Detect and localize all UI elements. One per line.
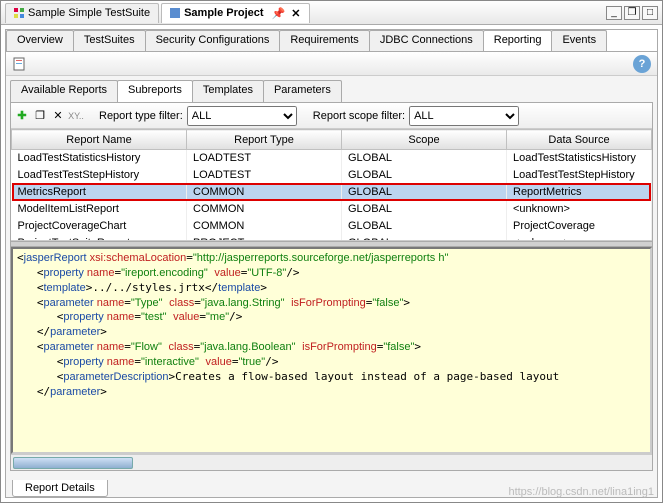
type-filter-select[interactable]: ALL [187, 106, 297, 126]
scope-filter-select[interactable]: ALL [409, 106, 519, 126]
tab-overview[interactable]: Overview [6, 30, 74, 51]
report-icon[interactable] [12, 56, 28, 72]
tab-parameters[interactable]: Parameters [263, 80, 342, 102]
copy-icon[interactable]: ❐ [33, 109, 47, 123]
tab-testsuites[interactable]: TestSuites [73, 30, 146, 51]
xml-scrollbar[interactable] [11, 454, 652, 470]
project-icon [170, 8, 180, 18]
scope-filter-label: Report scope filter: [313, 110, 405, 122]
pin-icon[interactable]: 📌 [272, 7, 286, 20]
subreports-table[interactable]: Report Name Report Type Scope Data Sourc… [11, 129, 652, 241]
tab-jdbc[interactable]: JDBC Connections [369, 30, 484, 51]
table-row[interactable]: ProjectTestSuiteReportPROJECTGLOBAL<unkn… [12, 235, 652, 242]
subreports-table-wrap: Report Name Report Type Scope Data Sourc… [11, 129, 652, 241]
col-ds[interactable]: Data Source [507, 130, 652, 150]
tab-subreports[interactable]: Subreports [117, 80, 193, 102]
section-tabs: Overview TestSuites Security Configurati… [6, 30, 657, 52]
tab-requirements[interactable]: Requirements [279, 30, 369, 51]
close-icon[interactable]: ✕ [291, 7, 300, 20]
window-controls: _ ❐ □ [606, 6, 662, 20]
table-row[interactable]: ProjectCoverageChartCOMMONGLOBALProjectC… [12, 218, 652, 235]
table-row[interactable]: LoadTestStatisticsHistoryLOADTESTGLOBALL… [12, 150, 652, 167]
delete-icon[interactable]: ✕ [51, 109, 65, 123]
xml-editor[interactable]: <jasperReport xsi:schemaLocation="http:/… [11, 247, 652, 454]
testsuite-icon [14, 8, 24, 18]
filter-toolbar: ✚ ❐ ✕ XY.. Report type filter: ALL Repor… [11, 103, 652, 129]
watermark: https://blog.csdn.net/lina1ing1 [508, 486, 654, 498]
add-icon[interactable]: ✚ [15, 109, 29, 123]
maximize-button[interactable]: □ [642, 6, 658, 20]
table-row[interactable]: ModelItemListReportCOMMONGLOBAL<unknown> [12, 201, 652, 218]
tab-report-details[interactable]: Report Details [12, 480, 108, 497]
reporting-toolbar: ? [6, 52, 657, 76]
report-tabs: Available Reports Subreports Templates P… [10, 80, 653, 102]
col-scope[interactable]: Scope [342, 130, 507, 150]
tab-reporting[interactable]: Reporting [483, 30, 553, 51]
reporting-body: Available Reports Subreports Templates P… [6, 76, 657, 475]
table-row[interactable]: LoadTestTestStepHistoryLOADTESTGLOBALLoa… [12, 167, 652, 184]
xy-icon[interactable]: XY.. [69, 109, 83, 123]
table-row[interactable]: MetricsReportCOMMONGLOBALReportMetrics [12, 184, 652, 201]
editor-tab-bar: Sample Simple TestSuite Sample Project 📌… [1, 1, 662, 25]
tab-label: Sample Project [184, 7, 263, 19]
tab-sample-project[interactable]: Sample Project 📌 ✕ [161, 3, 309, 23]
restore-button[interactable]: ❐ [624, 6, 640, 20]
scroll-thumb[interactable] [13, 457, 133, 469]
help-icon[interactable]: ? [633, 55, 651, 73]
subreports-panel: ✚ ❐ ✕ XY.. Report type filter: ALL Repor… [10, 102, 653, 471]
col-name[interactable]: Report Name [12, 130, 187, 150]
tab-events[interactable]: Events [551, 30, 607, 51]
project-panel: Overview TestSuites Security Configurati… [5, 29, 658, 498]
col-type[interactable]: Report Type [187, 130, 342, 150]
tab-security[interactable]: Security Configurations [145, 30, 281, 51]
tab-available-reports[interactable]: Available Reports [10, 80, 118, 102]
tab-label: Sample Simple TestSuite [28, 7, 150, 19]
minimize-button[interactable]: _ [606, 6, 622, 20]
tab-sample-testsuite[interactable]: Sample Simple TestSuite [5, 3, 159, 23]
type-filter-label: Report type filter: [99, 110, 183, 122]
tab-templates[interactable]: Templates [192, 80, 264, 102]
